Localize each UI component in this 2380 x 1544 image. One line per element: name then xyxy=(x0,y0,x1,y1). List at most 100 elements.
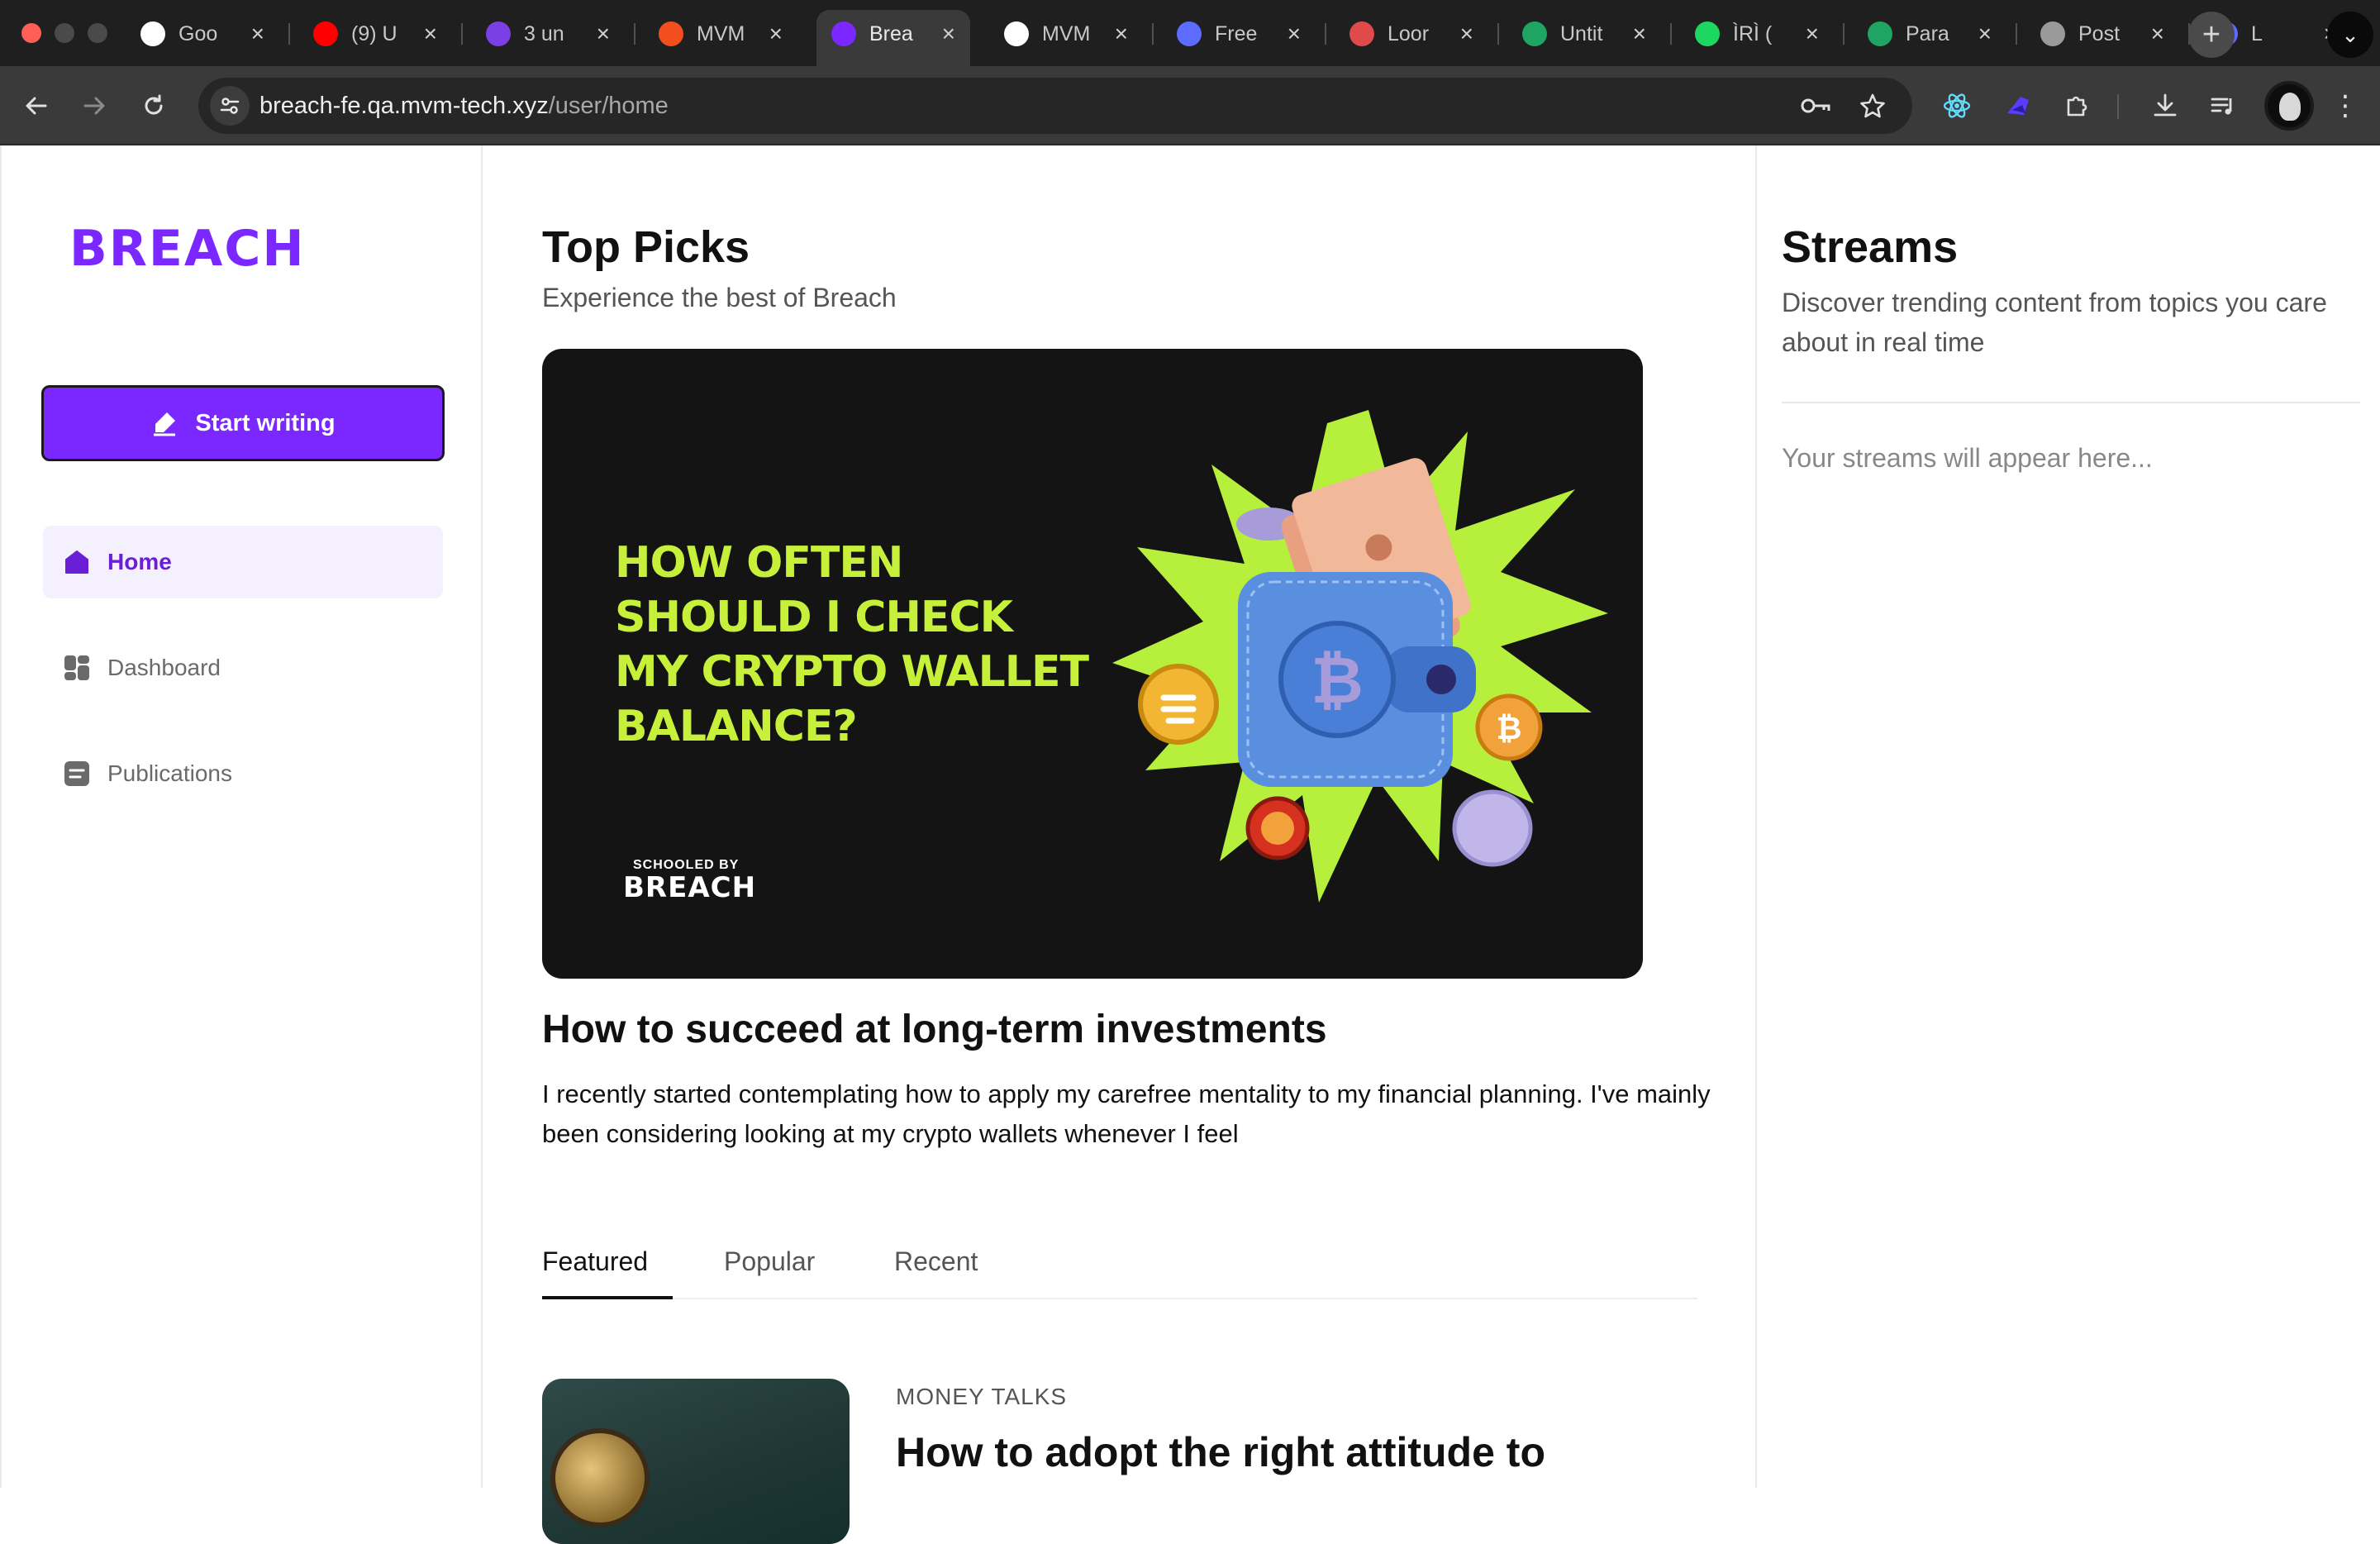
browser-menu-icon[interactable]: ⋮ xyxy=(2329,86,2362,126)
hero-headline-line: BALANCE? xyxy=(615,702,858,751)
browser-tab[interactable]: MVM × xyxy=(644,12,797,56)
back-arrow-icon xyxy=(26,97,47,115)
hero-headline-line: SHOULD I CHECK xyxy=(615,593,1013,642)
forward-button[interactable] xyxy=(73,84,116,127)
article-card-category[interactable]: MONEY TALKS xyxy=(896,1384,1067,1410)
rainbow-icon xyxy=(1349,21,1374,46)
tab-divider xyxy=(2016,23,2017,45)
start-writing-button[interactable]: Start writing xyxy=(41,385,445,461)
new-tab-button[interactable]: + xyxy=(2188,12,2235,58)
close-tab-icon[interactable]: × xyxy=(1288,21,1301,47)
browser-tab[interactable]: Para × xyxy=(1853,12,2006,56)
close-tab-icon[interactable]: × xyxy=(2151,21,2164,47)
mail-icon xyxy=(486,21,511,46)
tab-divider xyxy=(461,23,463,45)
close-tab-icon[interactable]: × xyxy=(769,21,783,47)
browser-tab-label: MVM xyxy=(1042,21,1091,45)
close-tab-icon[interactable]: × xyxy=(1633,21,1646,47)
maximize-window-button[interactable] xyxy=(88,23,107,43)
sidebar-item-publications[interactable]: Publications xyxy=(43,737,443,810)
breach-logo[interactable]: BREACH xyxy=(69,220,306,278)
crypto-wallet-illustration: ₿ ₿ xyxy=(1112,410,1608,903)
browser-tab-bar: Goo × (9) U × 3 un × MVM × Brea × MVM × Free × Loor × Un… xyxy=(0,0,2380,66)
section-subtitle: Experience the best of Breach xyxy=(542,283,897,312)
browser-tab[interactable]: Goo × xyxy=(126,12,279,56)
browser-tab[interactable]: Loor × xyxy=(1335,12,1488,56)
url-text: breach-fe.qa.mvm-tech.xyz/user/home xyxy=(259,93,669,120)
close-tab-icon[interactable]: × xyxy=(942,21,955,47)
streams-title: Streams xyxy=(1782,222,1959,272)
browser-tab-label: Brea xyxy=(869,21,913,45)
close-tab-icon[interactable]: × xyxy=(1460,21,1473,47)
browser-tab[interactable]: MVM × xyxy=(989,12,1143,56)
home-icon xyxy=(63,548,91,576)
back-button[interactable] xyxy=(15,84,58,127)
globe-icon xyxy=(2040,21,2065,46)
reload-icon xyxy=(145,94,163,115)
sidebar-item-label: Dashboard xyxy=(107,655,221,680)
react-devtools-icon[interactable] xyxy=(1937,86,1977,126)
sidebar-item-home[interactable]: Home xyxy=(43,526,443,598)
tab-divider xyxy=(634,23,635,45)
browser-tab[interactable]: 3 un × xyxy=(471,12,625,56)
tab-recent[interactable]: Recent xyxy=(894,1246,978,1277)
browser-tab-label: (9) U xyxy=(351,21,397,45)
svg-text:₿: ₿ xyxy=(1497,710,1522,746)
browser-tab[interactable]: Post × xyxy=(2025,12,2179,56)
browser-tab[interactable]: Free × xyxy=(1162,12,1316,56)
article-card-title[interactable]: How to adopt the right attitude to xyxy=(896,1428,1545,1476)
close-window-button[interactable] xyxy=(21,23,41,43)
minimize-window-button[interactable] xyxy=(55,23,74,43)
tab-popular[interactable]: Popular xyxy=(724,1246,815,1277)
url-host: breach-fe.qa.mvm-tech.xyz xyxy=(259,93,549,119)
svg-text:₿: ₿ xyxy=(1311,644,1364,718)
tab-divider xyxy=(1670,23,1672,45)
page-content: BREACH Start writing Home Dashboard Publ… xyxy=(0,145,2380,1544)
browser-tab-label: 3 un xyxy=(524,21,564,45)
browser-tab[interactable]: (9) U × xyxy=(298,12,452,56)
gold-coin-left xyxy=(1138,664,1219,745)
close-tab-icon[interactable]: × xyxy=(424,21,437,47)
extension-shape-icon[interactable] xyxy=(1998,86,2038,126)
openai-icon xyxy=(1004,21,1029,46)
sidebar-item-label: Publications xyxy=(107,760,232,786)
close-tab-icon[interactable]: × xyxy=(251,21,264,47)
browser-tab-label: Untit xyxy=(1560,21,1603,45)
download-icon[interactable] xyxy=(2145,86,2185,126)
pen-icon xyxy=(150,409,178,437)
google-icon xyxy=(140,21,165,46)
site-info-icon[interactable] xyxy=(210,86,250,126)
tab-divider xyxy=(1325,23,1326,45)
password-key-icon[interactable] xyxy=(1800,89,1833,122)
featured-article-excerpt: I recently started contemplating how to … xyxy=(542,1079,1711,1148)
active-tab-indicator xyxy=(542,1296,673,1299)
browser-tab[interactable]: Untit × xyxy=(1507,12,1661,56)
close-tab-icon[interactable]: × xyxy=(1115,21,1128,47)
tab-featured[interactable]: Featured xyxy=(542,1246,648,1277)
featured-article-title[interactable]: How to succeed at long-term investments xyxy=(542,1007,1327,1052)
article-card-thumbnail[interactable] xyxy=(542,1379,850,1544)
browser-tab-label: Post xyxy=(2078,21,2121,45)
browser-tab[interactable]: Brea × xyxy=(816,10,970,66)
bookmark-star-icon[interactable] xyxy=(1856,89,1889,122)
browser-tab-label: L xyxy=(2251,21,2263,45)
tab-search-button[interactable]: ⌄ xyxy=(2327,12,2373,58)
extensions-puzzle-icon[interactable] xyxy=(2058,86,2097,126)
hero-headline: HOW OFTEN SHOULD I CHECK MY CRYPTO WALLE… xyxy=(615,536,1111,754)
reading-list-icon[interactable] xyxy=(2203,86,2243,126)
tab-divider xyxy=(1152,23,1154,45)
forward-arrow-icon xyxy=(83,97,105,115)
browser-tab[interactable]: ÌRÌ (× xyxy=(1680,12,1834,56)
featured-hero-image[interactable]: HOW OFTEN SHOULD I CHECK MY CRYPTO WALLE… xyxy=(542,349,1643,979)
main-content: Top Picks Experience the best of Breach … xyxy=(484,145,1755,1544)
close-tab-icon[interactable]: × xyxy=(1806,21,1819,47)
close-tab-icon[interactable]: × xyxy=(597,21,610,47)
sidebar-item-dashboard[interactable]: Dashboard xyxy=(43,631,443,704)
profile-avatar[interactable] xyxy=(2264,81,2314,131)
address-bar[interactable]: breach-fe.qa.mvm-tech.xyz/user/home xyxy=(198,78,1912,134)
close-tab-icon[interactable]: × xyxy=(1978,21,1992,47)
browser-tab-label: Para xyxy=(1906,21,1949,45)
reload-button[interactable] xyxy=(132,84,175,127)
spotify-icon xyxy=(1695,21,1720,46)
sidebar: BREACH Start writing Home Dashboard Publ… xyxy=(0,145,483,1488)
